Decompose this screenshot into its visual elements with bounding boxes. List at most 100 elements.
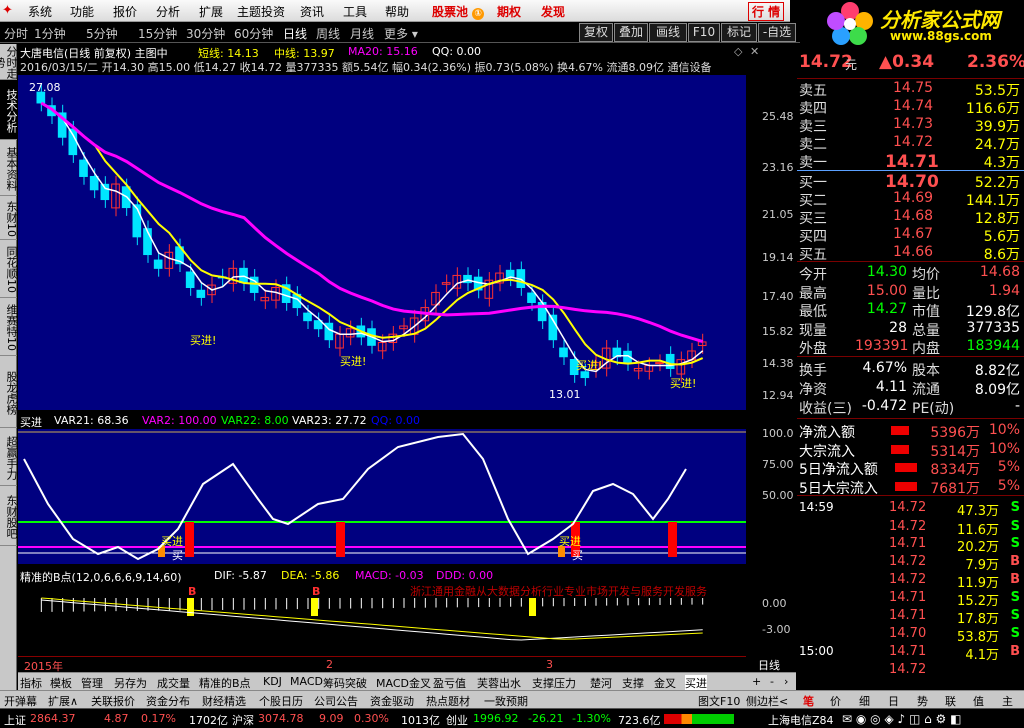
tab-value[interactable]: 值 xyxy=(973,693,984,709)
side-tab-weisaite[interactable]: 维赛特10 xyxy=(0,298,18,356)
tab-day[interactable]: 日 xyxy=(888,693,899,709)
menu-discover[interactable]: 发现 xyxy=(541,3,565,20)
toolbar-overlay-button[interactable]: 叠加 xyxy=(614,23,648,42)
bid-price[interactable]: 14.67 xyxy=(893,226,933,242)
ask-price[interactable]: 14.73 xyxy=(893,116,933,132)
plus-icon[interactable]: + xyxy=(752,675,761,688)
tab-chip[interactable]: 筹码突破 xyxy=(323,675,367,691)
menu-function[interactable]: 功能 xyxy=(70,3,94,20)
menu-market[interactable]: 行 情 xyxy=(748,2,785,21)
tab-furong[interactable]: 芙蓉出水 xyxy=(477,675,521,691)
scroll-right-icon[interactable]: › xyxy=(784,675,788,688)
sh-label[interactable]: 上证 xyxy=(4,712,26,728)
side-tab-technical[interactable]: 技术分析 xyxy=(0,80,18,140)
ask-price[interactable]: 14.71 xyxy=(885,152,939,172)
price-change: ▲0.34 xyxy=(879,52,935,72)
feature-announce[interactable]: 公司公告 xyxy=(314,693,358,709)
feature-extend[interactable]: 扩展∧ xyxy=(48,693,78,709)
toolbar-watchlist-button[interactable]: -自选 xyxy=(758,23,796,42)
side-tab-chaoying[interactable]: 超赢手力 xyxy=(0,428,18,486)
price-unit: 元 xyxy=(845,58,858,72)
feature-fund-dist[interactable]: 资金分布 xyxy=(146,693,190,709)
bid-price[interactable]: 14.70 xyxy=(885,172,939,192)
feature-danmu[interactable]: 开弹幕 xyxy=(4,693,37,709)
tab-period-week[interactable]: 周线 xyxy=(316,25,340,42)
tab-chuhe[interactable]: 楚河 xyxy=(590,675,612,691)
feature-news-pick[interactable]: 财经精选 xyxy=(202,693,246,709)
tab-main[interactable]: 主 xyxy=(1002,693,1013,709)
status-icons[interactable]: ✉ ◉ ◎ ◈ ♪ ◫ ⌂ ⚙ ◧ xyxy=(842,712,961,726)
tab-manage[interactable]: 管理 xyxy=(81,675,103,691)
menu-system[interactable]: 系统 xyxy=(28,3,52,20)
side-tab-dragon[interactable]: 股龙虎榜 xyxy=(0,356,18,428)
tab-macd[interactable]: MACD xyxy=(290,675,323,688)
tab-trades[interactable]: 笔 xyxy=(803,693,814,709)
bid-price[interactable]: 14.68 xyxy=(893,208,933,224)
chart-area[interactable]: 大唐电信(日线 前复权) 主图中 短线: 14.13 中线: 13.97 MA2… xyxy=(18,44,796,673)
tab-golden-cross[interactable]: 金叉 xyxy=(654,675,676,691)
toolbar-adjust-button[interactable]: 复权 xyxy=(579,23,613,42)
tab-pnl[interactable]: 盈亏值 xyxy=(433,675,466,691)
feature-hot-topic[interactable]: 热点题材 xyxy=(426,693,470,709)
tab-period-1min[interactable]: 1分钟 xyxy=(34,25,66,42)
tab-kdj[interactable]: KDJ xyxy=(263,675,282,688)
tab-period-15min[interactable]: 15分钟 xyxy=(138,25,177,42)
feature-fund-drive[interactable]: 资金驱动 xyxy=(370,693,414,709)
feature-sidebar[interactable]: 侧边栏< xyxy=(746,693,788,709)
tab-bpoint[interactable]: 精准的B点 xyxy=(199,675,251,691)
menu-extend[interactable]: 扩展 xyxy=(199,3,223,20)
menu-help[interactable]: 帮助 xyxy=(385,3,409,20)
tab-macd-cross[interactable]: MACD金叉 xyxy=(376,675,431,691)
tab-indicator[interactable]: 指标 xyxy=(20,675,42,691)
toolbar-draw-button[interactable]: 画线 xyxy=(649,23,687,42)
stat-label: 最高 xyxy=(799,285,827,302)
tab-period-60min[interactable]: 60分钟 xyxy=(234,25,273,42)
tab-period-day[interactable]: 日线 xyxy=(283,25,307,42)
cy-label[interactable]: 创业 xyxy=(446,712,468,728)
tab-period-5min[interactable]: 5分钟 xyxy=(86,25,118,42)
side-tab-dongcai[interactable]: 东财10 xyxy=(0,196,18,240)
tab-buy[interactable]: 买进 xyxy=(685,675,707,691)
menu-theme[interactable]: 主题投资 xyxy=(237,3,285,20)
tab-detail[interactable]: 细 xyxy=(859,693,870,709)
feature-related-quote[interactable]: 关联报价 xyxy=(91,693,135,709)
tab-template[interactable]: 模板 xyxy=(50,675,72,691)
side-tab-basic[interactable]: 基本资料 xyxy=(0,140,18,196)
menu-tools[interactable]: 工具 xyxy=(343,3,367,20)
ask-price[interactable]: 14.75 xyxy=(893,80,933,96)
close-icon[interactable]: ✕ xyxy=(750,45,759,58)
toolbar-mark-button[interactable]: 标记 xyxy=(721,23,757,42)
feature-consensus[interactable]: 一致预期 xyxy=(484,693,528,709)
side-tab-guba[interactable]: 东财股吧 xyxy=(0,486,18,546)
menu-quote[interactable]: 报价 xyxy=(113,3,137,20)
feature-f10[interactable]: 图文F10 xyxy=(698,693,740,709)
tab-related[interactable]: 联 xyxy=(945,693,956,709)
tab-price[interactable]: 价 xyxy=(830,693,841,709)
side-tab-tonghuashun[interactable]: 同花顺10 xyxy=(0,240,18,298)
minus-icon[interactable]: - xyxy=(770,675,774,688)
tab-saveas[interactable]: 另存为 xyxy=(114,675,147,691)
menu-stockpool[interactable]: 股票池 ① xyxy=(432,3,485,20)
tab-period-more[interactable]: 更多 ▾ xyxy=(384,25,418,42)
menu-news[interactable]: 资讯 xyxy=(300,3,324,20)
stat-label: 总量 xyxy=(912,322,940,339)
menu-options[interactable]: 期权 xyxy=(497,3,521,20)
diamond-icon[interactable]: ◇ xyxy=(734,45,742,58)
tab-period-month[interactable]: 月线 xyxy=(350,25,374,42)
bid-price[interactable]: 14.69 xyxy=(893,190,933,206)
sz-label[interactable]: 沪深 xyxy=(232,712,254,728)
ask-price[interactable]: 14.74 xyxy=(893,98,933,114)
ask-price[interactable]: 14.72 xyxy=(893,134,933,150)
toolbar-f10-button[interactable]: F10 xyxy=(688,23,720,42)
menu-analysis[interactable]: 分析 xyxy=(156,3,180,20)
feature-calendar[interactable]: 个股日历 xyxy=(259,693,303,709)
tab-support[interactable]: 支撑 xyxy=(622,675,644,691)
tab-volume[interactable]: 成交量 xyxy=(157,675,190,691)
tab-support-pressure[interactable]: 支撑压力 xyxy=(532,675,576,691)
buy-signal-4: 买进! xyxy=(670,377,697,390)
tab-period-timeshare[interactable]: 分时 xyxy=(4,25,28,42)
bid-price[interactable]: 14.66 xyxy=(893,244,933,260)
tab-trend[interactable]: 势 xyxy=(917,693,928,709)
side-tab-timeshare[interactable]: 分时走势 xyxy=(0,44,18,80)
tab-period-30min[interactable]: 30分钟 xyxy=(186,25,225,42)
